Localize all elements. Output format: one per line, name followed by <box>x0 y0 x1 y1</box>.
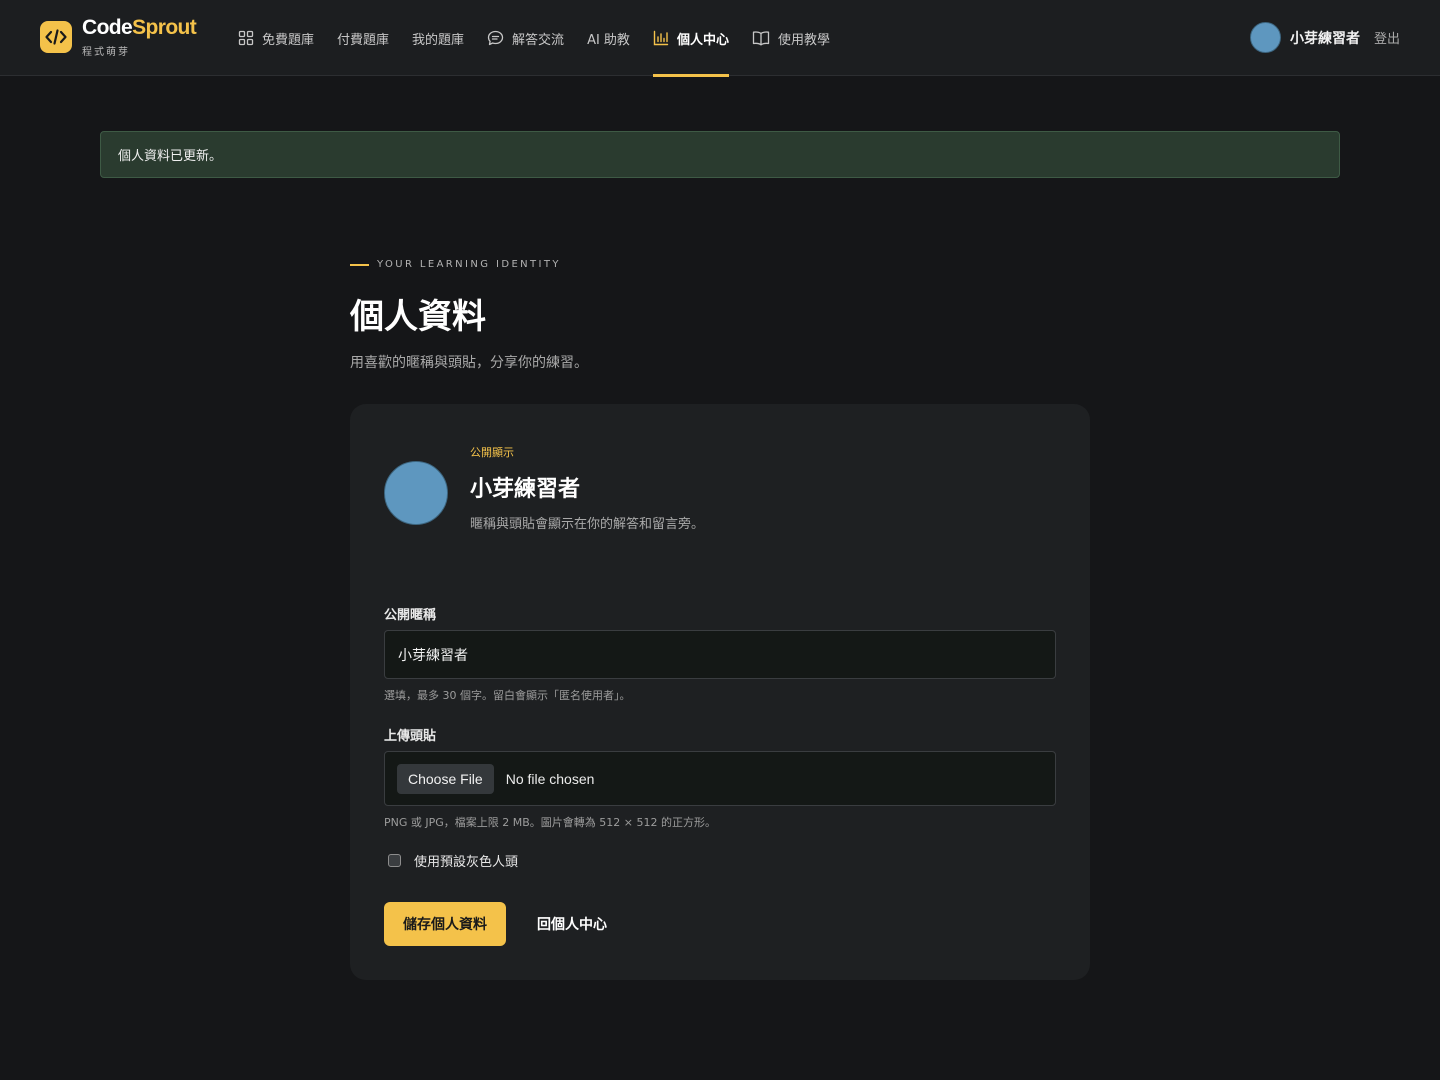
brand-home-link[interactable]: CodeSprout 程式萌芽 <box>40 16 197 58</box>
choose-file-button[interactable]: Choose File <box>397 763 494 794</box>
nav-item-label: 解答交流 <box>512 32 565 48</box>
brand-name: CodeSprout <box>82 16 197 39</box>
back-to-profile-center-link[interactable]: 回個人中心 <box>537 914 607 934</box>
grid-icon <box>238 30 254 46</box>
flash-text: 個人資料已更新。 <box>118 149 223 164</box>
nav-item-ai-tutor[interactable]: AI 助教 <box>587 0 630 76</box>
eyebrow-text: YOUR LEARNING IDENTITY <box>377 259 561 270</box>
nav-item-free-problems[interactable]: 免費題庫 <box>238 0 314 76</box>
nav-item-label: 我的題庫 <box>412 32 465 48</box>
book-icon <box>752 31 770 46</box>
nav-item-label: 使用教學 <box>777 32 830 48</box>
success-flash-message: 個人資料已更新。 <box>100 131 1340 178</box>
nav-item-profile-center[interactable]: 個人中心 <box>652 0 729 77</box>
brand-subtitle: 程式萌芽 <box>82 47 130 58</box>
chat-icon <box>487 30 504 46</box>
nav-item-label: 免費題庫 <box>262 32 315 48</box>
nickname-help-text: 選填，最多 30 個字。留白會顯示「匿名使用者」。 <box>384 689 631 702</box>
avatar-help-text: PNG 或 JPG，檔案上限 2 MB。圖片會轉為 512 × 512 的正方形… <box>384 816 717 829</box>
nav-item-label: 個人中心 <box>676 32 729 48</box>
profile-visibility-note: 暱稱與頭貼會顯示在你的解答和留言旁。 <box>470 517 705 532</box>
user-name[interactable]: 小芽練習者 <box>1290 28 1360 48</box>
nav-item-paid-problems[interactable]: 付費題庫 <box>337 0 389 76</box>
default-avatar-label: 使用預設灰色人頭 <box>414 855 519 870</box>
code-brackets-icon <box>40 21 72 53</box>
page-subtitle: 用喜歡的暱稱與頭貼，分享你的練習。 <box>350 355 588 371</box>
profile-avatar <box>384 461 448 525</box>
default-avatar-checkbox[interactable] <box>388 854 401 867</box>
profile-form-card: 公開顯示 小芽練習者 暱稱與頭貼會顯示在你的解答和留言旁。 公開暱稱 選填，最多… <box>350 404 1090 980</box>
nickname-input[interactable] <box>384 630 1056 679</box>
main-nav: 免費題庫 付費題庫 我的題庫 解答交流 AI 助教 個人中心 使用教學 <box>238 0 853 77</box>
logout-link[interactable]: 登出 <box>1374 28 1400 47</box>
profile-display-name: 小芽練習者 <box>470 477 581 502</box>
save-profile-button[interactable]: 儲存個人資料 <box>384 902 506 946</box>
page-title: 個人資料 <box>350 297 486 337</box>
avatar-upload-label: 上傳頭貼 <box>384 729 437 744</box>
nav-item-solutions[interactable]: 解答交流 <box>487 0 564 76</box>
user-menu: 小芽練習者 登出 <box>1249 22 1400 53</box>
page-eyebrow: YOUR LEARNING IDENTITY <box>350 259 561 270</box>
top-navigation-bar: CodeSprout 程式萌芽 免費題庫 付費題庫 我的題庫 解答交流 AI 助… <box>0 0 1440 77</box>
public-display-tag: 公開顯示 <box>470 446 514 459</box>
avatar-file-input[interactable]: Choose File No file chosen <box>384 751 1056 806</box>
default-avatar-option[interactable]: 使用預設灰色人頭 <box>388 851 518 870</box>
nav-item-label: AI 助教 <box>587 32 630 48</box>
bar-chart-icon <box>653 30 669 46</box>
user-avatar[interactable] <box>1249 22 1281 53</box>
nav-item-label: 付費題庫 <box>337 32 390 48</box>
nav-item-my-problems[interactable]: 我的題庫 <box>412 0 464 76</box>
nickname-label: 公開暱稱 <box>384 608 437 623</box>
file-status-text: No file chosen <box>505 770 595 787</box>
eyebrow-accent-line <box>350 263 369 266</box>
nav-item-tutorial[interactable]: 使用教學 <box>752 0 830 76</box>
